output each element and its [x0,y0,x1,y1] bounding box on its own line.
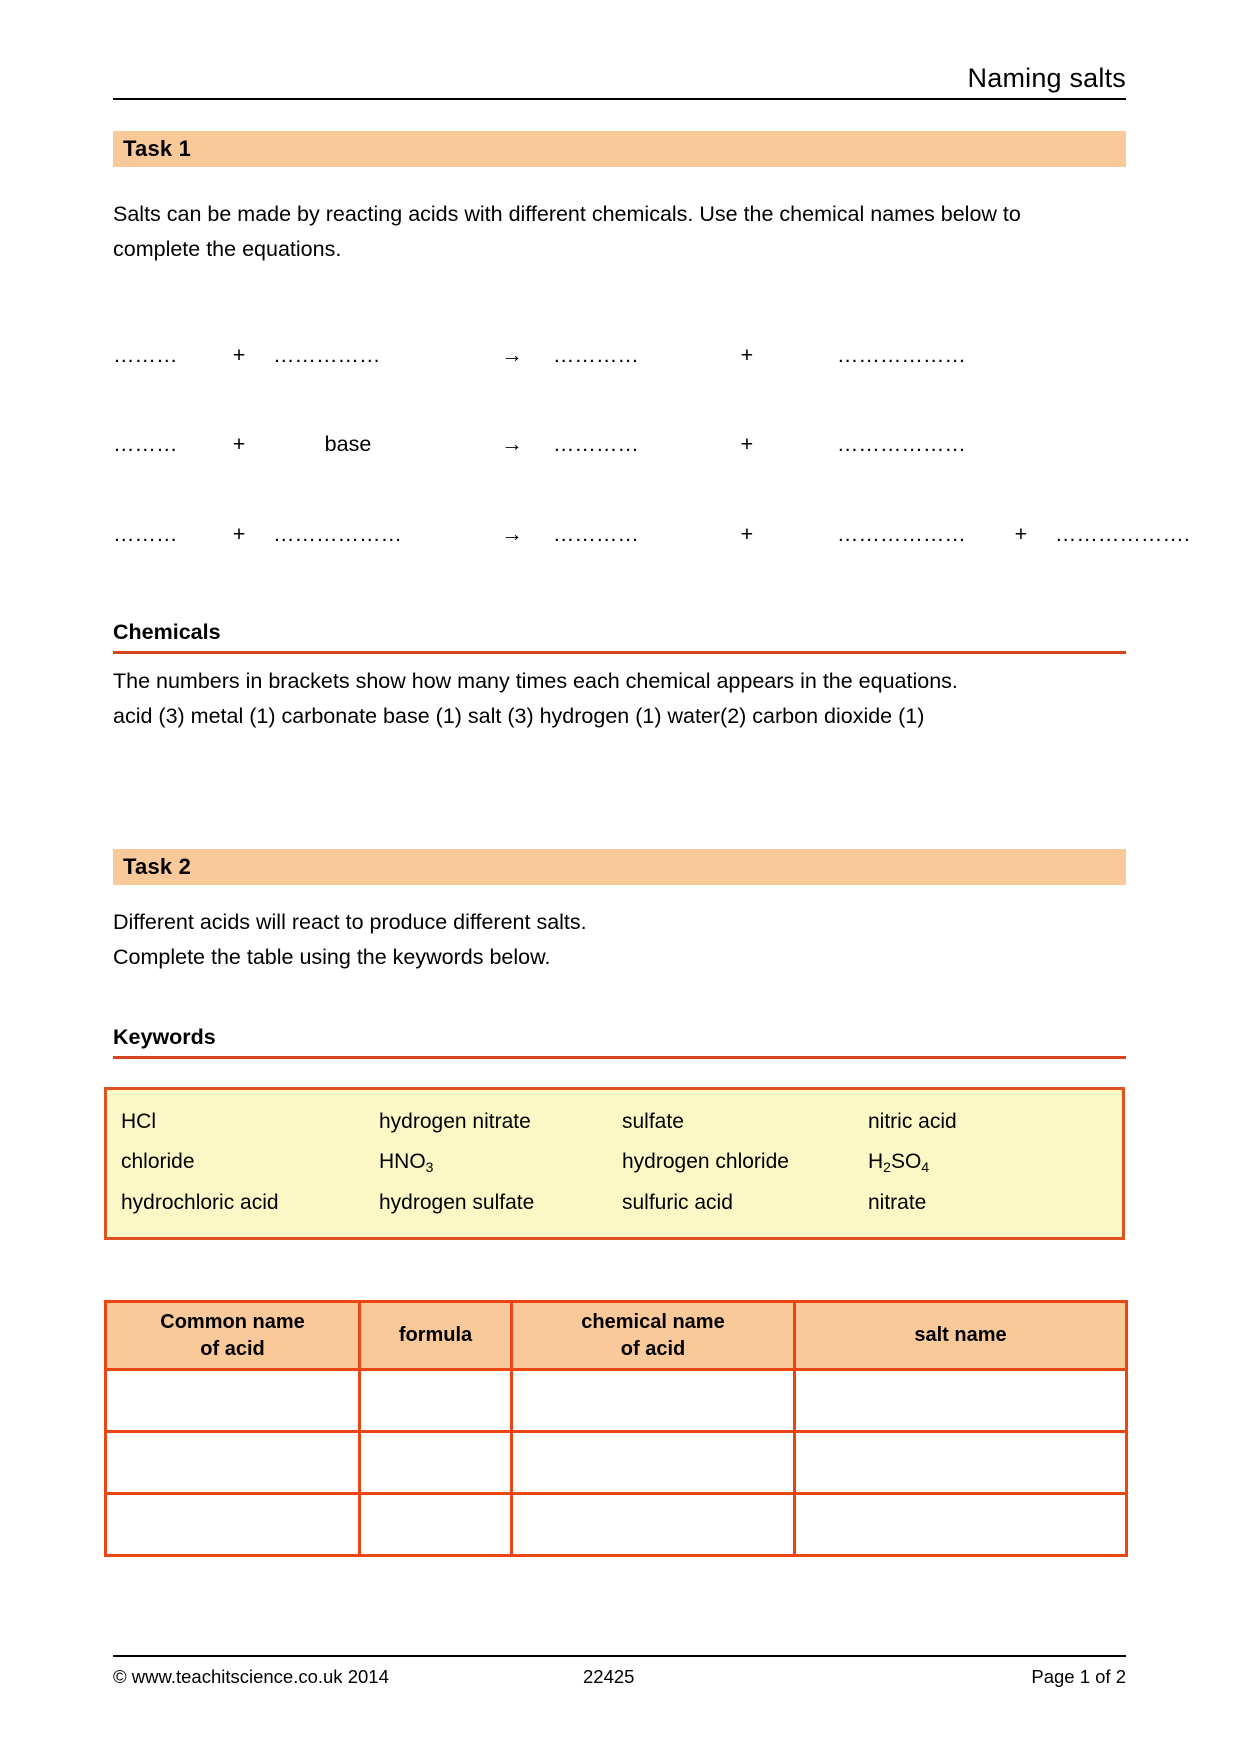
footer-page-number: Page 1 of 2 [1031,1666,1126,1687]
equation-1-blank-3[interactable]: ………… [553,340,665,370]
table-cell-answer[interactable] [510,1368,796,1433]
equation-1-blank-1[interactable]: ……… [113,340,205,370]
equation-2-arrow: → [501,432,523,456]
keyword-item[interactable]: hydrogen chloride [608,1142,854,1183]
task-2-label: Task 2 [123,854,192,879]
footer-document-id: 22425 [583,1666,635,1687]
keyword-item[interactable]: nitric acid [854,1102,1114,1142]
keyword-item[interactable]: sulfate [608,1102,854,1142]
table-cell-answer[interactable] [104,1368,361,1433]
column-header-line-2: of acid [620,1337,686,1360]
table-row [104,1492,1128,1557]
table-cell-answer[interactable] [793,1430,1128,1495]
chemicals-list: acid (3) metal (1) carbonate base (1) sa… [113,704,925,728]
table-cell-answer[interactable] [358,1492,513,1557]
keywords-heading-label: Keywords [113,1025,216,1049]
column-header-line-1: formula [398,1324,473,1346]
worksheet-page: Naming salts Task 1 Salts can be made by… [0,0,1239,1754]
keyword-item[interactable]: nitrate [854,1183,1114,1223]
page-title: Naming salts [967,63,1126,93]
task-1-instructions: Salts can be made by reacting acids with… [113,202,1021,261]
equation-3-blank-5[interactable]: ………………. [1055,519,1205,549]
table-cell-answer[interactable] [510,1492,796,1557]
equation-2-blank-3[interactable]: ……………… [837,429,987,459]
column-header-salt-name: salt name [793,1300,1128,1371]
equation-3-arrow: → [501,522,523,546]
equation-row-2: ……… + base → ………… + ……………… [113,429,1133,459]
keyword-item[interactable]: hydrogen nitrate [365,1102,608,1142]
keywords-row: hydrochloric acid hydrogen sulfate sulfu… [107,1183,1122,1223]
keyword-item[interactable]: HNO3 [365,1142,608,1183]
table-cell-answer[interactable] [358,1368,513,1433]
keyword-item[interactable]: hydrogen sulfate [365,1183,608,1223]
column-header-formula: formula [358,1300,513,1371]
equation-row-1: ……… + …………… → ………… + ……………… [113,340,1133,370]
page-footer: © www.teachitscience.co.uk 2014 22425 Pa… [113,1655,1126,1689]
equation-3-blank-1[interactable]: ……… [113,519,205,549]
column-header-line-1: Common name [160,1310,305,1333]
chemicals-body: The numbers in brackets show how many ti… [113,664,1113,734]
table-row [104,1368,1128,1433]
table-cell-answer[interactable] [793,1492,1128,1557]
table-cell-answer[interactable] [510,1430,796,1495]
keyword-item[interactable]: hydrochloric acid [107,1183,365,1223]
equation-1-blank-4[interactable]: ……………… [837,340,987,370]
equation-3-blank-3[interactable]: ………… [553,519,665,549]
equation-2-plus-1: + [232,432,246,456]
keywords-heading: Keywords [113,1025,1126,1059]
footer-copyright: © www.teachitscience.co.uk 2014 [113,1666,389,1687]
equation-2-plus-2: + [740,432,754,456]
equation-3-plus-3: + [1014,522,1028,546]
task-1-banner: Task 1 [113,131,1126,167]
equation-3-blank-2[interactable]: ……………… [273,519,423,549]
keyword-item[interactable]: HCl [107,1102,365,1142]
task-2-instructions-line-2: Complete the table using the keywords be… [113,945,551,969]
chemicals-note: The numbers in brackets show how many ti… [113,669,958,693]
equation-row-3: ……… + ……………… → ………… + ……………… + ………………. [113,519,1190,549]
column-header-line-1: chemical name [581,1310,725,1333]
table-header-row: Common name of acid formula chemical nam… [104,1300,1128,1371]
task-2-instructions-line-1: Different acids will react to produce di… [113,910,587,934]
table-cell-answer[interactable] [104,1492,361,1557]
equation-3-blank-4[interactable]: ……………… [837,519,987,549]
keywords-box: HCl hydrogen nitrate sulfate nitric acid… [104,1087,1125,1240]
chemicals-heading-label: Chemicals [113,620,221,644]
equation-2-blank-2[interactable]: ………… [553,429,665,459]
keyword-item[interactable]: chloride [107,1142,365,1183]
keyword-item[interactable]: sulfuric acid [608,1183,854,1223]
equation-1-blank-2[interactable]: …………… [273,340,423,370]
column-header-line-1: salt name [914,1324,1007,1346]
keywords-row: HCl hydrogen nitrate sulfate nitric acid [107,1102,1122,1142]
table-cell-answer[interactable] [358,1430,513,1495]
column-header-line-2: of acid [200,1337,265,1360]
equation-1-plus-1: + [232,343,246,367]
equation-1-arrow: → [501,343,523,367]
keywords-row: chloride HNO3 hydrogen chloride H2SO4 [107,1142,1122,1183]
column-header-chemical-name: chemical name of acid [510,1300,796,1371]
page-header: Naming salts [113,62,1126,100]
task-1-label: Task 1 [123,136,192,161]
equation-3-plus-2: + [740,522,754,546]
equation-1-plus-2: + [740,343,754,367]
table-cell-answer[interactable] [104,1430,361,1495]
chemicals-heading: Chemicals [113,620,1126,654]
task-2-instructions: Different acids will react to produce di… [113,905,1113,975]
task-2-banner: Task 2 [113,849,1126,885]
acids-salts-table: Common name of acid formula chemical nam… [104,1300,1128,1557]
equation-2-blank-1[interactable]: ……… [113,429,205,459]
column-header-common-name: Common name of acid [104,1300,361,1371]
table-cell-answer[interactable] [793,1368,1128,1433]
table-row [104,1430,1128,1495]
equation-2-term-base: base [324,432,372,456]
equation-3-plus-1: + [232,522,246,546]
keyword-item[interactable]: H2SO4 [854,1142,1114,1183]
